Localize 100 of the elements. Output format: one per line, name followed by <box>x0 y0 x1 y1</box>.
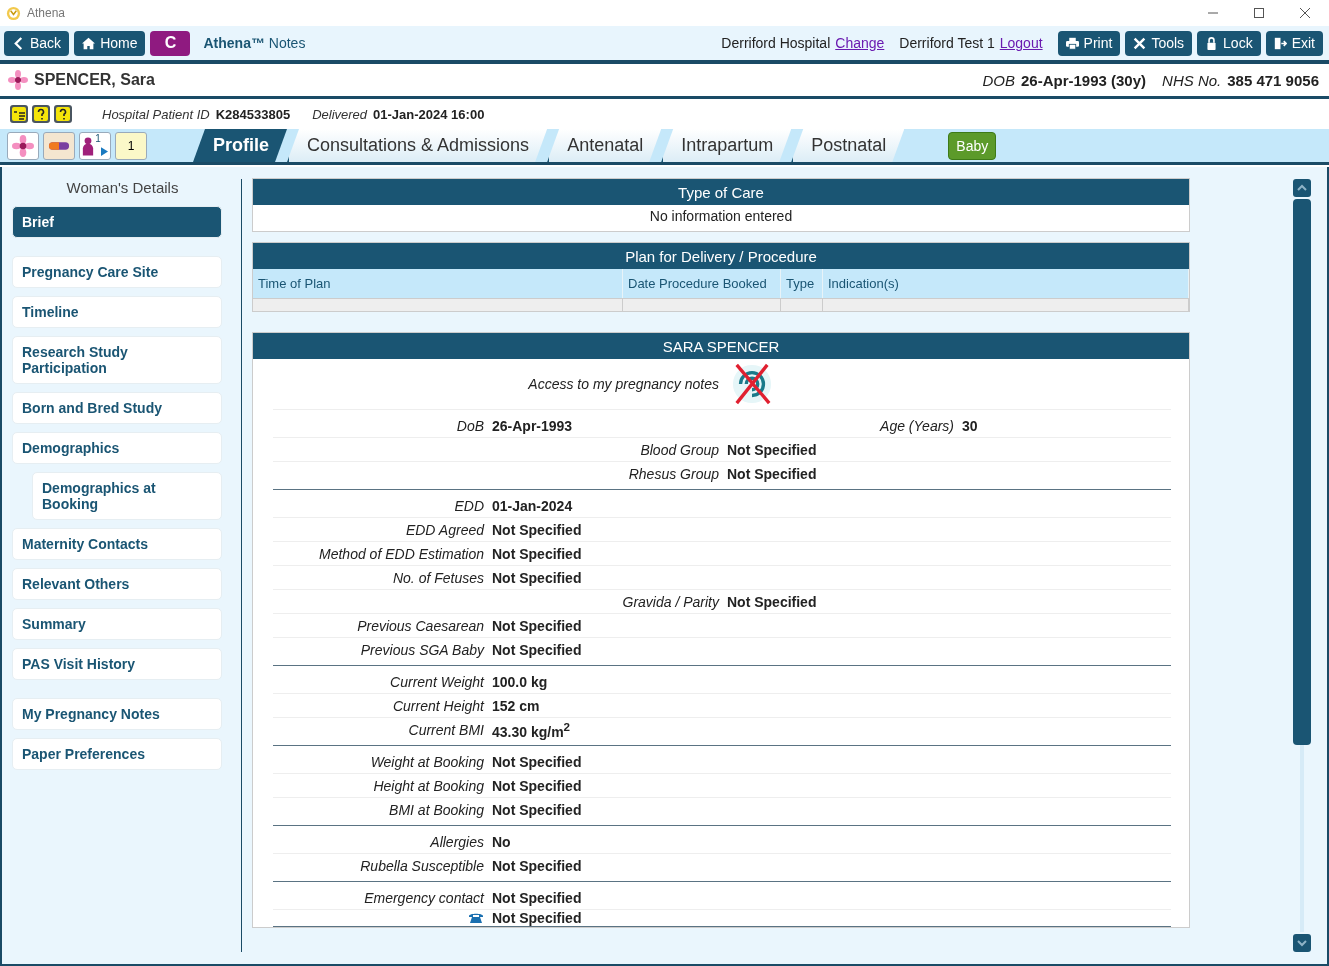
panel-header: Plan for Delivery / Procedure <box>253 243 1189 269</box>
sidebar-item[interactable]: Brief <box>12 206 222 238</box>
field-value: Not Specified <box>492 857 583 874</box>
column-header: Time of Plan <box>253 269 623 298</box>
sidebar-item[interactable]: Born and Bred Study <box>12 392 222 424</box>
dob-value: 26-Apr-1993 (30y) <box>1021 71 1147 89</box>
field-value: Not Specified <box>727 593 818 610</box>
tools-button[interactable]: Tools <box>1125 30 1193 56</box>
play-icon <box>100 146 108 156</box>
count-text: 1 <box>127 138 135 153</box>
print-button[interactable]: Print <box>1057 30 1121 56</box>
close-icon[interactable] <box>1299 7 1311 19</box>
field-label: Method of EDD Estimation <box>318 545 484 562</box>
field-value: Not Specified <box>492 910 582 926</box>
field-label: Rhesus Group <box>627 465 719 482</box>
count-text: 1 <box>95 132 101 144</box>
sidebar-item[interactable]: Pregnancy Care Site <box>12 256 222 288</box>
sidebar-item[interactable]: Timeline <box>12 296 222 328</box>
printer-icon <box>1065 36 1079 50</box>
sidebar-item[interactable]: Demographics <box>12 432 222 464</box>
field-label: Gravida / Parity <box>621 593 719 610</box>
tab[interactable]: Intrapartum <box>661 129 792 162</box>
question-icon <box>32 105 50 123</box>
field-label: Current Height <box>391 697 484 714</box>
app-logo-icon <box>6 5 21 21</box>
letter-button[interactable]: C <box>150 30 191 56</box>
tab[interactable]: Antenatal <box>547 129 662 162</box>
maximize-icon[interactable] <box>1253 7 1265 19</box>
flower-icon <box>12 134 34 157</box>
field-label: Rubella Susceptible <box>359 857 484 874</box>
nhs-number-label: NHS No. <box>1162 71 1222 89</box>
field-value: Not Specified <box>492 569 583 586</box>
field-label: EDD Agreed <box>404 521 484 538</box>
capsule-button[interactable] <box>43 131 75 160</box>
hospital-id-value: K284533805 <box>215 106 291 122</box>
chevron-left-icon <box>12 36 25 50</box>
exit-icon <box>1273 36 1287 50</box>
nhs-number-value: 385 471 9056 <box>1227 71 1319 89</box>
telephone-icon <box>468 911 484 923</box>
field-value: Not Specified <box>492 521 583 538</box>
question-icon <box>54 105 72 123</box>
field-value: Not Specified <box>492 753 583 770</box>
empty-message: No information entered <box>648 207 794 226</box>
scrollbar-thumb[interactable] <box>1293 199 1311 745</box>
field-value: 01-Jan-2024 <box>492 497 574 514</box>
back-button[interactable]: Back <box>4 30 70 56</box>
person-button[interactable]: 1 <box>79 131 111 160</box>
flower-button[interactable] <box>7 131 39 160</box>
field-label: Access to my pregnancy notes <box>527 376 719 392</box>
field-value: 30 <box>962 417 979 434</box>
app-name: Athena™ Notes <box>203 35 306 51</box>
field-value: Not Specified <box>492 617 583 634</box>
field-label: Blood Group <box>639 441 719 458</box>
field-value: 100.0 kg <box>492 673 549 690</box>
field-label: Previous SGA Baby <box>359 641 484 658</box>
field-value: Not Specified <box>492 889 583 906</box>
delivered-value: 01-Jan-2024 16:00 <box>373 106 485 122</box>
home-button[interactable]: Home <box>74 30 146 56</box>
field-value: Not Specified <box>727 441 818 458</box>
field-value: Not Specified <box>492 801 583 818</box>
tab[interactable]: Profile <box>193 129 287 162</box>
hospital-name: Derriford Hospital <box>721 35 831 51</box>
field-value: Not Specified <box>492 545 583 562</box>
field-value: Not Specified <box>492 777 583 794</box>
column-header: Date Procedure Booked <box>623 269 781 298</box>
field-value: 152 cm <box>492 697 541 714</box>
sidebar-item[interactable]: Relevant Others <box>12 568 222 600</box>
column-header: Type <box>781 269 823 298</box>
lock-icon <box>1205 36 1219 50</box>
dob-label: DOB <box>982 71 1015 89</box>
scroll-up-icon[interactable] <box>1293 179 1311 197</box>
lock-button[interactable]: Lock <box>1197 30 1261 56</box>
field-value: 26-Apr-1993 <box>492 417 574 434</box>
field-value: No <box>492 833 512 850</box>
flower-icon <box>8 70 28 90</box>
field-label: EDD <box>453 497 484 514</box>
panel-header: SARA SPENCER <box>253 333 1189 359</box>
alert-icon <box>10 105 28 123</box>
sidebar-item[interactable]: Summary <box>12 608 222 640</box>
tab[interactable]: Postnatal <box>791 129 905 162</box>
sidebar-item[interactable]: Paper Preferences <box>12 738 222 770</box>
field-label: Age (Years) <box>878 417 954 434</box>
exit-button[interactable]: Exit <box>1265 30 1323 56</box>
field-label: Height at Booking <box>372 777 484 794</box>
sidebar-item[interactable]: Research Study Participation <box>12 336 222 384</box>
panel-header: Type of Care <box>253 179 1189 205</box>
field-label: Weight at Booking <box>369 753 484 770</box>
scroll-down-icon[interactable] <box>1293 934 1311 952</box>
field-value: Not Specified <box>492 641 583 658</box>
sidebar-item[interactable]: Demographics at Booking <box>32 472 222 520</box>
tab[interactable]: Consultations & Admissions <box>287 129 548 162</box>
sidebar-item[interactable]: Maternity Contacts <box>12 528 222 560</box>
logout-link[interactable]: Logout <box>999 35 1043 51</box>
patient-name: SPENCER, Sara <box>34 71 155 89</box>
window-title: Athena <box>27 6 66 20</box>
notepad-button[interactable]: 1 <box>115 131 147 160</box>
field-label: No. of Fetuses <box>391 569 484 586</box>
change-link[interactable]: Change <box>835 35 885 51</box>
sidebar-item[interactable]: PAS Visit History <box>12 648 222 680</box>
sidebar-item[interactable]: My Pregnancy Notes <box>12 698 222 730</box>
